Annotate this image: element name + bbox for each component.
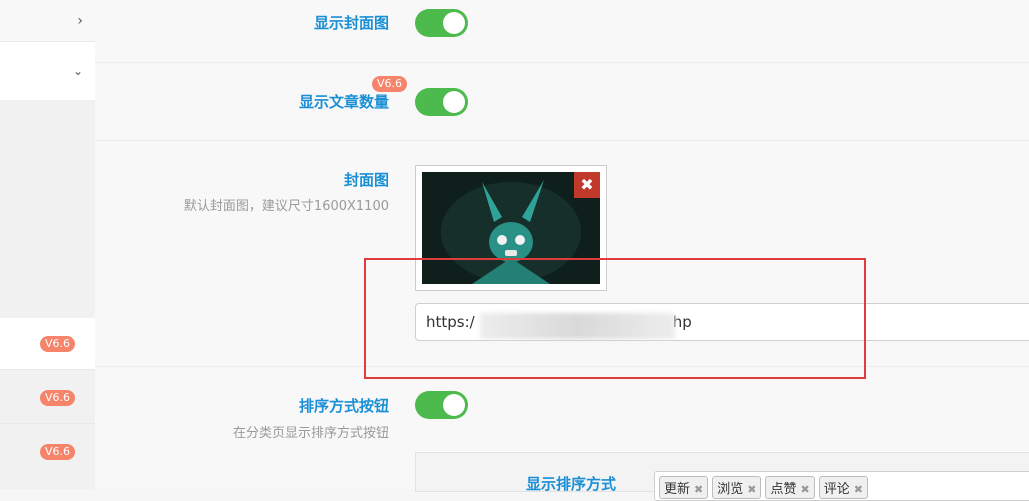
setting-label: 封面图 [343,171,389,189]
sort-options-select[interactable]: 更新 ✖ 浏览 ✖ 点赞 ✖ 评论 ✖ [654,471,1029,501]
redaction-blur [480,313,675,339]
setting-row-show-post-count: 显示文章数量 V6.6 [95,63,1029,141]
chevron-right-icon: › [77,12,83,29]
tag-update[interactable]: 更新 ✖ [659,476,709,499]
version-badge: V6.6 [40,389,76,406]
tag-views[interactable]: 浏览 ✖ [712,476,762,499]
version-badge: V6.6 [372,76,408,92]
sidebar-item-v66-a[interactable]: V6.6 [0,318,95,370]
setting-label: 显示排序方式 [526,475,617,493]
tag-comments[interactable]: 评论 ✖ [818,476,868,499]
sidebar-item-collapsed[interactable]: › [0,0,95,42]
toggle-knob [443,12,465,34]
setting-label: 排序方式按钮 [298,397,389,415]
setting-row-show-cover: 显示封面图 [95,0,1029,63]
setting-description: 默认封面图，建议尺寸1600X1100 [183,199,389,214]
sidebar-item-expanded[interactable]: ⌄ [0,42,95,100]
remove-tag-icon[interactable]: ✖ [854,483,863,496]
show-cover-toggle[interactable] [415,9,468,37]
url-prefix: https:/ [426,313,475,331]
setting-label: 显示文章数量 [298,93,389,111]
toggle-knob [443,91,465,113]
remove-tag-icon[interactable]: ✖ [747,483,756,496]
tag-likes[interactable]: 点赞 ✖ [765,476,815,499]
setting-description: 在分类页显示排序方式按钮 [232,426,389,441]
sidebar-item-v66-b[interactable]: V6.6 [0,372,95,424]
remove-tag-icon[interactable]: ✖ [694,483,703,496]
chevron-down-icon: ⌄ [72,64,83,78]
setting-label: 显示封面图 [313,14,389,32]
sidebar-item-v66-c[interactable]: V6.6 [0,426,95,478]
toggle-knob [443,394,465,416]
remove-image-button[interactable]: ✖ [574,172,600,198]
version-badge: V6.6 [40,335,76,352]
remove-tag-icon[interactable]: ✖ [800,483,809,496]
sidebar: › ⌄ V6.6 V6.6 V6.6 [0,0,95,489]
version-badge: V6.6 [40,444,76,460]
url-suffix: hp [672,313,692,331]
sort-options-panel: 显示排序方式 更新 ✖ 浏览 ✖ 点赞 ✖ 评论 ✖ [415,452,1029,501]
settings-panel: 显示封面图 显示文章数量 V6.6 封面图 默认封面图，建议尺寸1600X110… [95,0,1029,501]
sort-buttons-toggle[interactable] [415,391,468,419]
show-post-count-toggle[interactable] [415,88,468,116]
